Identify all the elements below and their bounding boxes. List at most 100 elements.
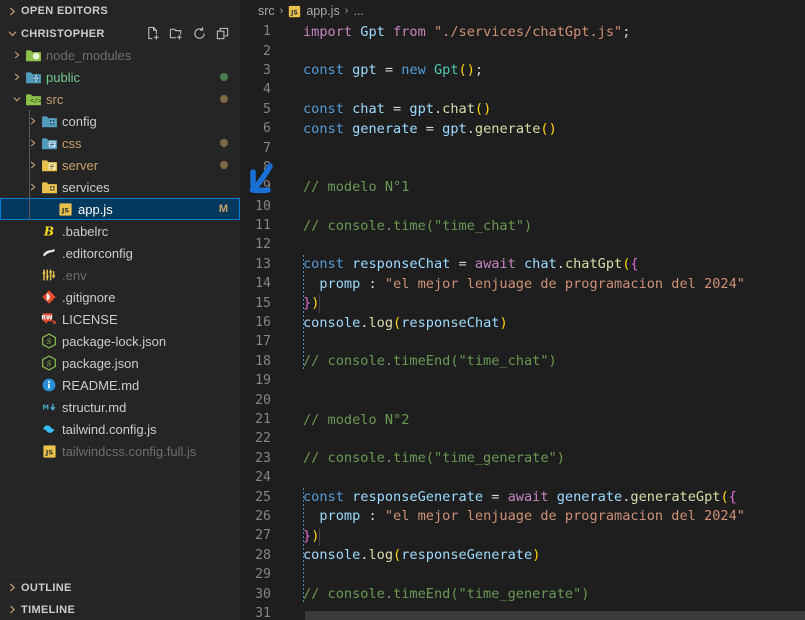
- svg-text:RW: RW: [41, 314, 53, 321]
- line-text: console.log(responseChat): [303, 314, 508, 331]
- tree-item-label: .editorconfig: [62, 245, 133, 261]
- code-line[interactable]: 19: [240, 371, 805, 390]
- code-line[interactable]: 21 // modelo N°2: [240, 410, 805, 429]
- tree-file-app-js[interactable]: JS app.js M: [0, 198, 240, 220]
- code-line[interactable]: 2: [240, 41, 805, 60]
- code-line[interactable]: 12: [240, 235, 805, 254]
- code-line[interactable]: 24: [240, 468, 805, 487]
- line-text: // console.time("time_generate"): [303, 450, 565, 467]
- tree-file-structur-md[interactable]: Mstructur.md: [0, 396, 240, 418]
- svg-text:B: B: [43, 225, 54, 239]
- code-line[interactable]: 5 const chat = gpt.chat(): [240, 100, 805, 119]
- line-text: console.log(responseGenerate): [303, 547, 541, 564]
- open-editors-header[interactable]: OPEN EDITORS: [0, 0, 240, 22]
- code-line[interactable]: 11 // console.time("time_chat"): [240, 216, 805, 235]
- vscode-window: OPEN EDITORS CHRISTOPHER node_modules pu…: [0, 0, 805, 620]
- npm-icon: S: [40, 355, 58, 371]
- breadcrumb-folder[interactable]: src: [258, 4, 275, 18]
- code-line[interactable]: 22: [240, 429, 805, 448]
- tree-folder-server[interactable]: server: [0, 154, 240, 176]
- tree-file-tailwindcss-config-full-js[interactable]: JS tailwindcss.config.full.js: [0, 440, 240, 462]
- tree-file-license[interactable]: RW LICENSE: [0, 308, 240, 330]
- tree-file-package-lock-json[interactable]: Spackage-lock.json: [0, 330, 240, 352]
- code-line[interactable]: 3 const gpt = new Gpt();: [240, 61, 805, 80]
- timeline-header[interactable]: TIMELINE: [0, 598, 240, 620]
- code-line[interactable]: 17: [240, 332, 805, 351]
- tree-item-label: structur.md: [62, 399, 127, 415]
- chevron-right-icon: [10, 72, 24, 82]
- line-text: const responseChat = await chat.chatGpt(…: [303, 256, 639, 273]
- code-line[interactable]: 29: [240, 565, 805, 584]
- code-line[interactable]: 16 console.log(responseChat): [240, 313, 805, 332]
- file-tree[interactable]: node_modules public </> src config css server s…: [0, 44, 240, 576]
- git-status-badge: M: [218, 203, 228, 215]
- tree-folder-src[interactable]: </> src: [0, 88, 240, 110]
- git-status-dot: [220, 139, 228, 147]
- tree-file--env[interactable]: .env: [0, 264, 240, 286]
- code-line[interactable]: 6 const generate = gpt.generate(): [240, 119, 805, 138]
- tree-folder-config[interactable]: config: [0, 110, 240, 132]
- breadcrumb-file[interactable]: JS app.js: [288, 4, 340, 18]
- line-number: 6: [263, 121, 271, 137]
- tree-file-tailwind-config-js[interactable]: tailwind.config.js: [0, 418, 240, 440]
- code-line[interactable]: 7: [240, 138, 805, 157]
- outline-header[interactable]: OUTLINE: [0, 576, 240, 598]
- line-number: 14: [255, 276, 271, 292]
- horizontal-scrollbar-thumb[interactable]: [305, 611, 805, 620]
- code-line[interactable]: 4: [240, 80, 805, 99]
- tree-file-package-json[interactable]: Spackage.json: [0, 352, 240, 374]
- line-text: const responseGenerate = await generate.…: [303, 489, 737, 506]
- folder-css-icon: [40, 135, 58, 152]
- tree-file--babelrc[interactable]: B .babelrc: [0, 220, 240, 242]
- tree-item-label: public: [46, 69, 80, 85]
- code-line[interactable]: 18 // console.timeEnd("time_chat"): [240, 352, 805, 371]
- code-line[interactable]: 9 // modelo N°1: [240, 177, 805, 196]
- line-number: 2: [263, 43, 271, 59]
- tree-item-label: package-lock.json: [62, 333, 167, 349]
- breadcrumb-symbol[interactable]: ...: [353, 4, 363, 18]
- line-number: 30: [255, 586, 271, 602]
- tree-item-label: app.js: [78, 201, 113, 217]
- tree-file-readme-md[interactable]: README.md: [0, 374, 240, 396]
- info-icon: [40, 377, 58, 393]
- tree-item-label: src: [46, 91, 64, 107]
- code-line[interactable]: 1 import Gpt from "./services/chatGpt.js"…: [240, 22, 805, 41]
- tree-folder-public[interactable]: public: [0, 66, 240, 88]
- svg-text:M: M: [42, 403, 49, 411]
- code-line[interactable]: 27}): [240, 526, 805, 545]
- bottom-panes: OUTLINE TIMELINE: [0, 576, 240, 620]
- code-line[interactable]: 28 console.log(responseGenerate): [240, 546, 805, 565]
- code-line[interactable]: 20: [240, 390, 805, 409]
- tree-folder-node-modules[interactable]: node_modules: [0, 44, 240, 66]
- code-line[interactable]: 30 // console.timeEnd("time_generate"): [240, 584, 805, 603]
- line-text: // console.timeEnd("time_generate"): [303, 586, 590, 603]
- svg-text:JS: JS: [291, 9, 299, 16]
- tree-file--gitignore[interactable]: .gitignore: [0, 286, 240, 308]
- new-folder-icon[interactable]: [166, 25, 186, 43]
- code-content[interactable]: 1 import Gpt from "./services/chatGpt.js"…: [240, 22, 805, 620]
- collapse-all-icon[interactable]: [212, 25, 232, 43]
- code-line[interactable]: 15}): [240, 293, 805, 312]
- babel-icon: B: [40, 223, 58, 239]
- explorer-sidebar: OPEN EDITORS CHRISTOPHER node_modules pu…: [0, 0, 240, 620]
- code-line[interactable]: 8: [240, 158, 805, 177]
- folder-config-icon: [40, 113, 58, 130]
- line-text: const chat = gpt.chat(): [303, 101, 492, 118]
- breadcrumb-separator: ›: [279, 5, 284, 17]
- new-file-icon[interactable]: [143, 25, 163, 43]
- horizontal-scrollbar[interactable]: [305, 610, 805, 620]
- tree-folder-services[interactable]: services: [0, 176, 240, 198]
- code-line[interactable]: 13 const responseChat = await chat.chatGp…: [240, 255, 805, 274]
- tree-file--editorconfig[interactable]: .editorconfig: [0, 242, 240, 264]
- refresh-icon[interactable]: [189, 25, 209, 43]
- tree-folder-css[interactable]: css: [0, 132, 240, 154]
- code-line[interactable]: 26 promp : "el mejor lenjuage de program…: [240, 507, 805, 526]
- code-line[interactable]: 14 promp : "el mejor lenjuage de program…: [240, 274, 805, 293]
- license-icon: RW: [40, 311, 58, 327]
- line-number: 5: [263, 101, 271, 117]
- code-line[interactable]: 23 // console.time("time_generate"): [240, 449, 805, 468]
- code-line[interactable]: 25 const responseGenerate = await generat…: [240, 487, 805, 506]
- project-header[interactable]: CHRISTOPHER: [0, 22, 240, 44]
- code-line[interactable]: 10: [240, 197, 805, 216]
- markdown-icon: M: [40, 399, 58, 415]
